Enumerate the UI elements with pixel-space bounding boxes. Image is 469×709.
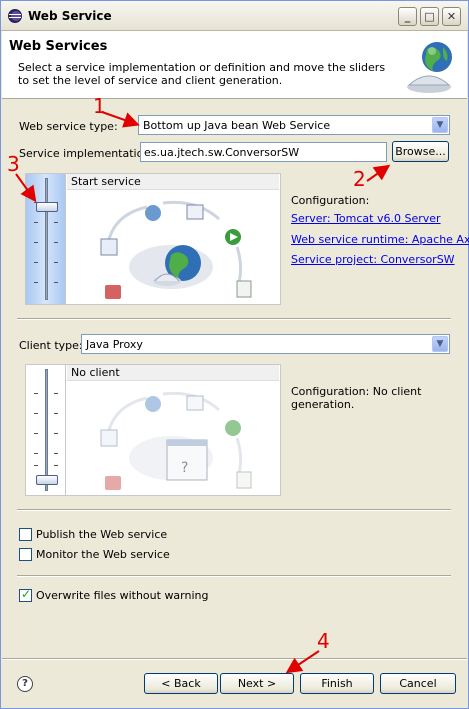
monitor-checkbox[interactable]: [19, 548, 32, 561]
screen-icon: [186, 204, 204, 220]
separator: [17, 509, 451, 511]
browse-button[interactable]: Browse...: [392, 141, 449, 162]
class-icon: [100, 238, 118, 256]
slider-tick: [54, 282, 58, 283]
slider-tick: [54, 413, 58, 414]
service-type-value: Bottom up Java bean Web Service: [143, 119, 331, 132]
page-title: Web Services: [9, 39, 108, 54]
slider-tick: [54, 262, 58, 263]
annotation-4: 4: [317, 629, 330, 653]
start-icon: [225, 420, 241, 436]
minimize-button[interactable]: _: [398, 7, 417, 26]
slider-tick: [34, 413, 38, 414]
service-slider-thumb[interactable]: [36, 202, 58, 212]
monitor-label: Monitor the Web service: [36, 548, 170, 561]
slider-tick: [34, 242, 38, 243]
client-lifecycle-illustration: ?: [100, 391, 252, 490]
slider-tick: [54, 222, 58, 223]
client-type-combo[interactable]: Java Proxy ▼: [81, 334, 450, 354]
document-icon: [236, 471, 252, 489]
service-lifecycle-illustration: [100, 200, 252, 299]
publish-option[interactable]: Publish the Web service: [19, 527, 219, 543]
class-icon: [100, 429, 118, 447]
runtime-link[interactable]: Web service runtime: Apache Axis: [291, 233, 469, 246]
wizard-banner: Web Services Select a service implementa…: [2, 31, 467, 99]
service-project-link[interactable]: Service project: ConversorSW: [291, 253, 455, 266]
annotation-1: 1: [93, 94, 106, 118]
service-implementation-value: es.ua.jtech.sw.ConversorSW: [144, 146, 300, 159]
slider-rail: [45, 369, 48, 491]
screen-icon: [186, 395, 204, 411]
checkmark-icon: ✓: [21, 587, 32, 601]
client-slider-panel: No client ?: [25, 364, 281, 496]
slider-rail: [45, 178, 48, 300]
title-bar[interactable]: Web Service _ □ ✕: [1, 1, 468, 31]
chevron-down-icon[interactable]: ▼: [432, 117, 448, 133]
annotation-3: 3: [7, 152, 20, 176]
client-level-caption: No client: [67, 365, 279, 381]
slider-tick: [54, 465, 58, 466]
slider-tick: [54, 453, 58, 454]
separator: [2, 658, 467, 660]
service-implementation-label: Service implementation:: [19, 147, 155, 160]
monitor-option[interactable]: Monitor the Web service: [19, 547, 219, 563]
service-type-label: Web service type:: [19, 120, 118, 133]
help-icon[interactable]: ?: [17, 676, 33, 692]
close-button[interactable]: ✕: [442, 7, 461, 26]
arrow-2: [366, 164, 391, 182]
service-level-slider[interactable]: [26, 174, 66, 304]
bean-icon: [145, 396, 161, 412]
slider-tick: [34, 282, 38, 283]
client-type-label: Client type:: [19, 339, 83, 352]
overwrite-option[interactable]: ✓ Overwrite files without warning: [19, 587, 239, 604]
separator: [17, 318, 451, 320]
web-service-globe-icon: [407, 42, 452, 93]
minimize-icon: _: [404, 10, 411, 23]
maximize-button[interactable]: □: [420, 7, 439, 26]
slider-tick: [34, 262, 38, 263]
slider-tick: [34, 433, 38, 434]
slider-tick: [34, 222, 38, 223]
slider-tick: [54, 393, 58, 394]
close-icon: ✕: [446, 10, 457, 23]
document-icon: [236, 280, 252, 298]
client-level-slider[interactable]: [26, 365, 66, 495]
overwrite-label: Overwrite files without warning: [36, 589, 209, 602]
service-type-combo[interactable]: Bottom up Java bean Web Service ▼: [138, 115, 450, 135]
cube-icon: [105, 285, 121, 299]
eclipse-icon: [8, 9, 22, 23]
overwrite-checkbox[interactable]: ✓: [19, 587, 32, 602]
cancel-button[interactable]: Cancel: [380, 673, 456, 694]
maximize-icon: □: [424, 10, 435, 23]
cube-icon: [105, 476, 121, 490]
slider-tick: [54, 242, 58, 243]
publish-label: Publish the Web service: [36, 528, 168, 541]
slider-tick: [54, 433, 58, 434]
separator: [17, 575, 451, 577]
service-slider-panel: Start service: [25, 173, 281, 305]
service-implementation-field[interactable]: es.ua.jtech.sw.ConversorSW: [140, 142, 387, 162]
back-button[interactable]: < Back: [144, 673, 218, 694]
chevron-down-icon[interactable]: ▼: [432, 336, 448, 352]
svg-text:?: ?: [181, 460, 188, 476]
client-configuration-text: Configuration: No client generation.: [291, 385, 422, 411]
slider-tick: [34, 393, 38, 394]
service-configuration-title: Configuration:: [291, 194, 370, 207]
bean-icon: [145, 205, 161, 221]
service-level-caption: Start service: [67, 174, 279, 190]
client-slider-thumb[interactable]: [36, 475, 58, 485]
client-type-value: Java Proxy: [86, 338, 143, 351]
publish-checkbox[interactable]: [19, 528, 32, 541]
slider-tick: [34, 465, 38, 466]
slider-tick: [34, 453, 38, 454]
finish-button[interactable]: Finish: [300, 673, 374, 694]
server-link[interactable]: Server: Tomcat v6.0 Server: [291, 212, 441, 225]
annotation-2: 2: [353, 167, 366, 191]
arrow-4: [285, 650, 320, 674]
next-button[interactable]: Next >: [220, 673, 294, 694]
page-description: Select a service implementation or defin…: [18, 61, 386, 87]
window-title: Web Service: [28, 9, 112, 23]
web-service-dialog: Web Service _ □ ✕ Web Services Select a …: [0, 0, 469, 709]
